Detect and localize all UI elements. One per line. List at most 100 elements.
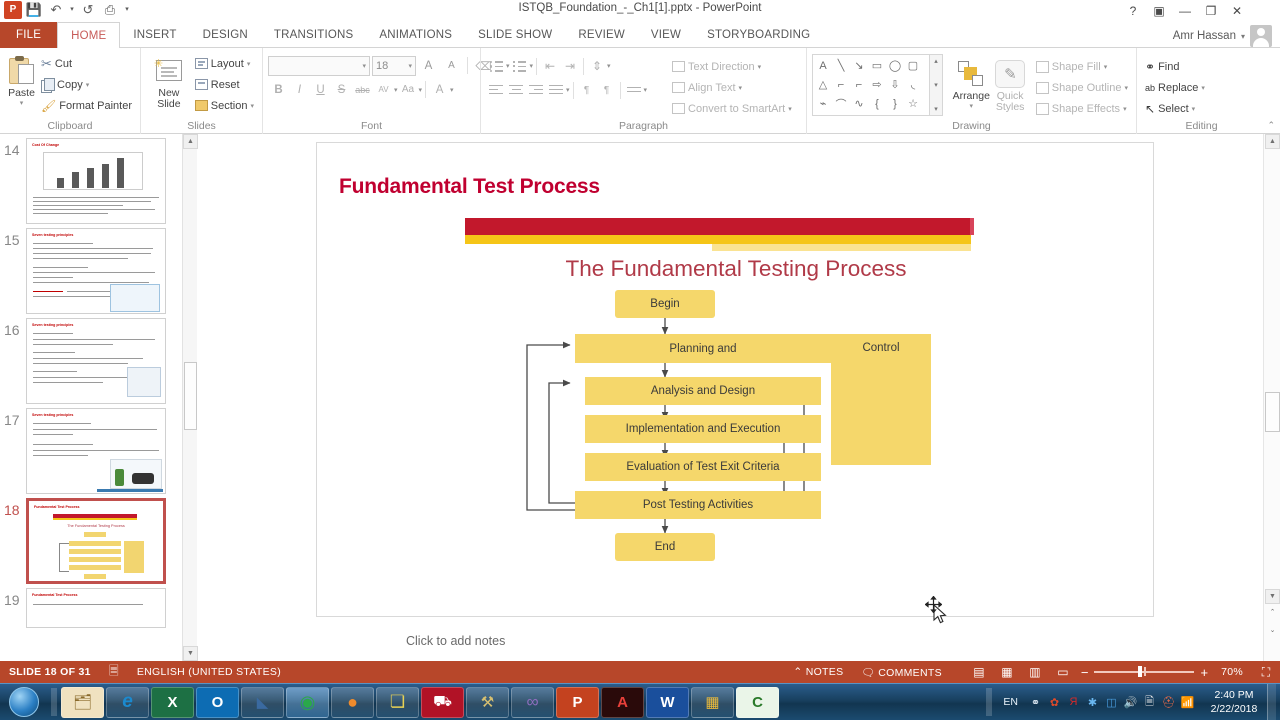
taskbar-outlook[interactable]: O: [196, 686, 239, 718]
shape-line-icon[interactable]: ╲: [832, 56, 850, 75]
quick-styles-button[interactable]: Quick Styles: [992, 54, 1029, 113]
shape-rounded-rect-icon[interactable]: ▢: [904, 56, 922, 75]
increase-font-size-button[interactable]: A: [418, 55, 439, 76]
spellcheck-icon[interactable]: 🗏: [100, 661, 128, 683]
arrange-caret-icon[interactable]: ▾: [969, 102, 973, 110]
copy-caret-icon[interactable]: ▾: [86, 81, 90, 89]
change-case-caret-icon[interactable]: ▾: [419, 86, 423, 94]
notes-placeholder[interactable]: Click to add notes: [396, 626, 1236, 661]
clock[interactable]: 2:40 PM 2/22/2018: [1197, 688, 1267, 716]
gallery-down-icon[interactable]: ▾: [934, 81, 938, 89]
shape-rectangle-icon[interactable]: ▭: [868, 56, 886, 75]
slide-editor-area[interactable]: Fundamental Test Process The Fundamental…: [198, 134, 1258, 648]
gallery-up-icon[interactable]: ▴: [934, 57, 938, 65]
taskbar-tools-app[interactable]: ⚒: [466, 686, 509, 718]
shape-triangle-icon[interactable]: △: [814, 75, 832, 94]
line-spacing-button[interactable]: ⇕: [587, 56, 607, 76]
layout-caret-icon[interactable]: ▾: [247, 60, 251, 68]
tab-storyboarding[interactable]: STORYBOARDING: [694, 22, 823, 48]
slide-thumbnail-pane[interactable]: 14 Cost Of Change 15 Seven testing princ…: [0, 134, 182, 661]
shape-arrow-icon[interactable]: ↘: [850, 56, 868, 75]
minimize-button[interactable]: —: [1172, 1, 1198, 21]
shape-outline-caret-icon[interactable]: ▾: [1124, 84, 1128, 92]
paste-button[interactable]: Paste ▾: [5, 51, 38, 107]
shape-oval-icon[interactable]: ◯: [886, 56, 904, 75]
editor-scroll-down-button[interactable]: ▼: [1265, 589, 1280, 604]
select-caret-icon[interactable]: ▾: [1192, 105, 1196, 113]
tab-view[interactable]: VIEW: [638, 22, 694, 48]
taskbar-windows-app[interactable]: ▦: [691, 686, 734, 718]
replace-button[interactable]: ab Replace ▾: [1142, 77, 1208, 98]
tab-slide-show[interactable]: SLIDE SHOW: [465, 22, 565, 48]
select-button[interactable]: ↖ Select ▾: [1142, 98, 1208, 119]
font-name-caret-icon[interactable]: ▾: [362, 62, 366, 70]
taskbar-excel[interactable]: X: [151, 686, 194, 718]
diagram-box-analysis[interactable]: Analysis and Design: [585, 377, 821, 405]
shape-effects-button[interactable]: Shape Effects ▾: [1033, 98, 1131, 119]
taskbar-sticky-notes[interactable]: ❏: [376, 686, 419, 718]
start-button[interactable]: [0, 685, 48, 720]
shape-fill-button[interactable]: Shape Fill ▾: [1033, 56, 1131, 77]
align-right-button[interactable]: [526, 80, 546, 100]
test-process-diagram[interactable]: Begin Planning and Analysis and Design I…: [317, 143, 1155, 618]
thumbnail-scroll-up-button[interactable]: ▲: [183, 134, 198, 149]
underline-button[interactable]: U: [310, 79, 331, 100]
align-center-button[interactable]: [506, 80, 526, 100]
tray-icon-antivirus[interactable]: ✿: [1045, 691, 1064, 713]
tab-file[interactable]: FILE: [0, 22, 58, 48]
bullets-button[interactable]: [486, 56, 506, 76]
rtl-button[interactable]: ¶: [597, 80, 617, 100]
shape-effects-caret-icon[interactable]: ▾: [1123, 105, 1127, 113]
show-desktop-button[interactable]: [1267, 683, 1276, 720]
taskbar-powerpoint[interactable]: P: [556, 686, 599, 718]
shapes-gallery-scrollbar[interactable]: ▴ ▾ ▾: [930, 54, 943, 116]
taskbar-media-player[interactable]: ◣: [241, 686, 284, 718]
shape-freeform-icon[interactable]: ⌁: [814, 94, 832, 113]
shape-textbox-icon[interactable]: A: [814, 56, 832, 75]
align-text-vertical-button[interactable]: [624, 80, 644, 100]
taskbar-adobe-acrobat[interactable]: A: [601, 686, 644, 718]
help-button[interactable]: ?: [1120, 1, 1146, 21]
numbering-button[interactable]: [510, 56, 530, 76]
bold-button[interactable]: B: [268, 79, 289, 100]
shape-elbow-arrow-icon[interactable]: ⌐: [850, 75, 868, 94]
tab-review[interactable]: REVIEW: [565, 22, 638, 48]
strikethrough-button[interactable]: abc: [352, 79, 373, 100]
thumbnail-pane-scrollbar[interactable]: ▲ ▼: [182, 134, 198, 661]
replace-caret-icon[interactable]: ▾: [1201, 84, 1205, 92]
thumbnail-slide-19[interactable]: 19 Fundamental Test Process: [0, 584, 182, 628]
taskbar-firefox[interactable]: ●: [331, 686, 374, 718]
zoom-level[interactable]: 70%: [1212, 666, 1252, 678]
reset-button[interactable]: Reset: [192, 74, 257, 95]
align-text-button[interactable]: Align Text ▾: [669, 77, 795, 98]
diagram-box-implementation[interactable]: Implementation and Execution: [585, 415, 821, 443]
ribbon-display-options-button[interactable]: ▣: [1146, 1, 1172, 21]
zoom-slider[interactable]: − +: [1077, 665, 1212, 680]
convert-smartart-button[interactable]: Convert to SmartArt ▾: [669, 98, 795, 119]
increase-indent-button[interactable]: ⇥: [560, 56, 580, 76]
shape-left-brace-icon[interactable]: {: [868, 94, 886, 113]
tray-icon-action-center[interactable]: ⛑: [1159, 691, 1178, 713]
account-area[interactable]: Amr Hassan ▾: [1173, 25, 1272, 47]
view-slide-sorter-button[interactable]: ▦: [993, 661, 1021, 683]
account-caret-icon[interactable]: ▾: [1241, 32, 1245, 41]
tray-icon-bluetooth[interactable]: ✱: [1083, 691, 1102, 713]
change-case-button[interactable]: Aa: [398, 79, 419, 100]
zoom-thumb[interactable]: [1138, 666, 1143, 678]
thumbnail-scrollbar-thumb[interactable]: [184, 362, 197, 430]
thumbnail-slide-18[interactable]: 18 Fundamental Test Process The Fundamen…: [0, 494, 182, 584]
taskbar-visual-studio[interactable]: ∞: [511, 686, 554, 718]
close-button[interactable]: ✕: [1224, 1, 1250, 21]
shape-outline-button[interactable]: Shape Outline ▾: [1033, 77, 1131, 98]
previous-slide-button[interactable]: ⌃: [1265, 606, 1280, 621]
copy-button[interactable]: Copy ▾: [38, 74, 135, 95]
view-slideshow-button[interactable]: ▭: [1049, 661, 1077, 683]
tray-icon-link[interactable]: ⚭: [1026, 691, 1045, 713]
tab-animations[interactable]: ANIMATIONS: [366, 22, 465, 48]
shape-curve-icon[interactable]: ∿: [850, 94, 868, 113]
shapes-gallery[interactable]: A ╲ ↘ ▭ ◯ ▢ △ ⌐ ⌐ ⇨ ⇩ ◟ ⌁ ⌒ ∿ {} ☆ ▴ ▾ …: [812, 54, 943, 116]
slide-canvas[interactable]: Fundamental Test Process The Fundamental…: [316, 142, 1154, 617]
taskbar-word[interactable]: W: [646, 686, 689, 718]
avatar[interactable]: [1250, 25, 1272, 47]
thumbnail-slide-17[interactable]: 17 Seven testing principles: [0, 404, 182, 494]
